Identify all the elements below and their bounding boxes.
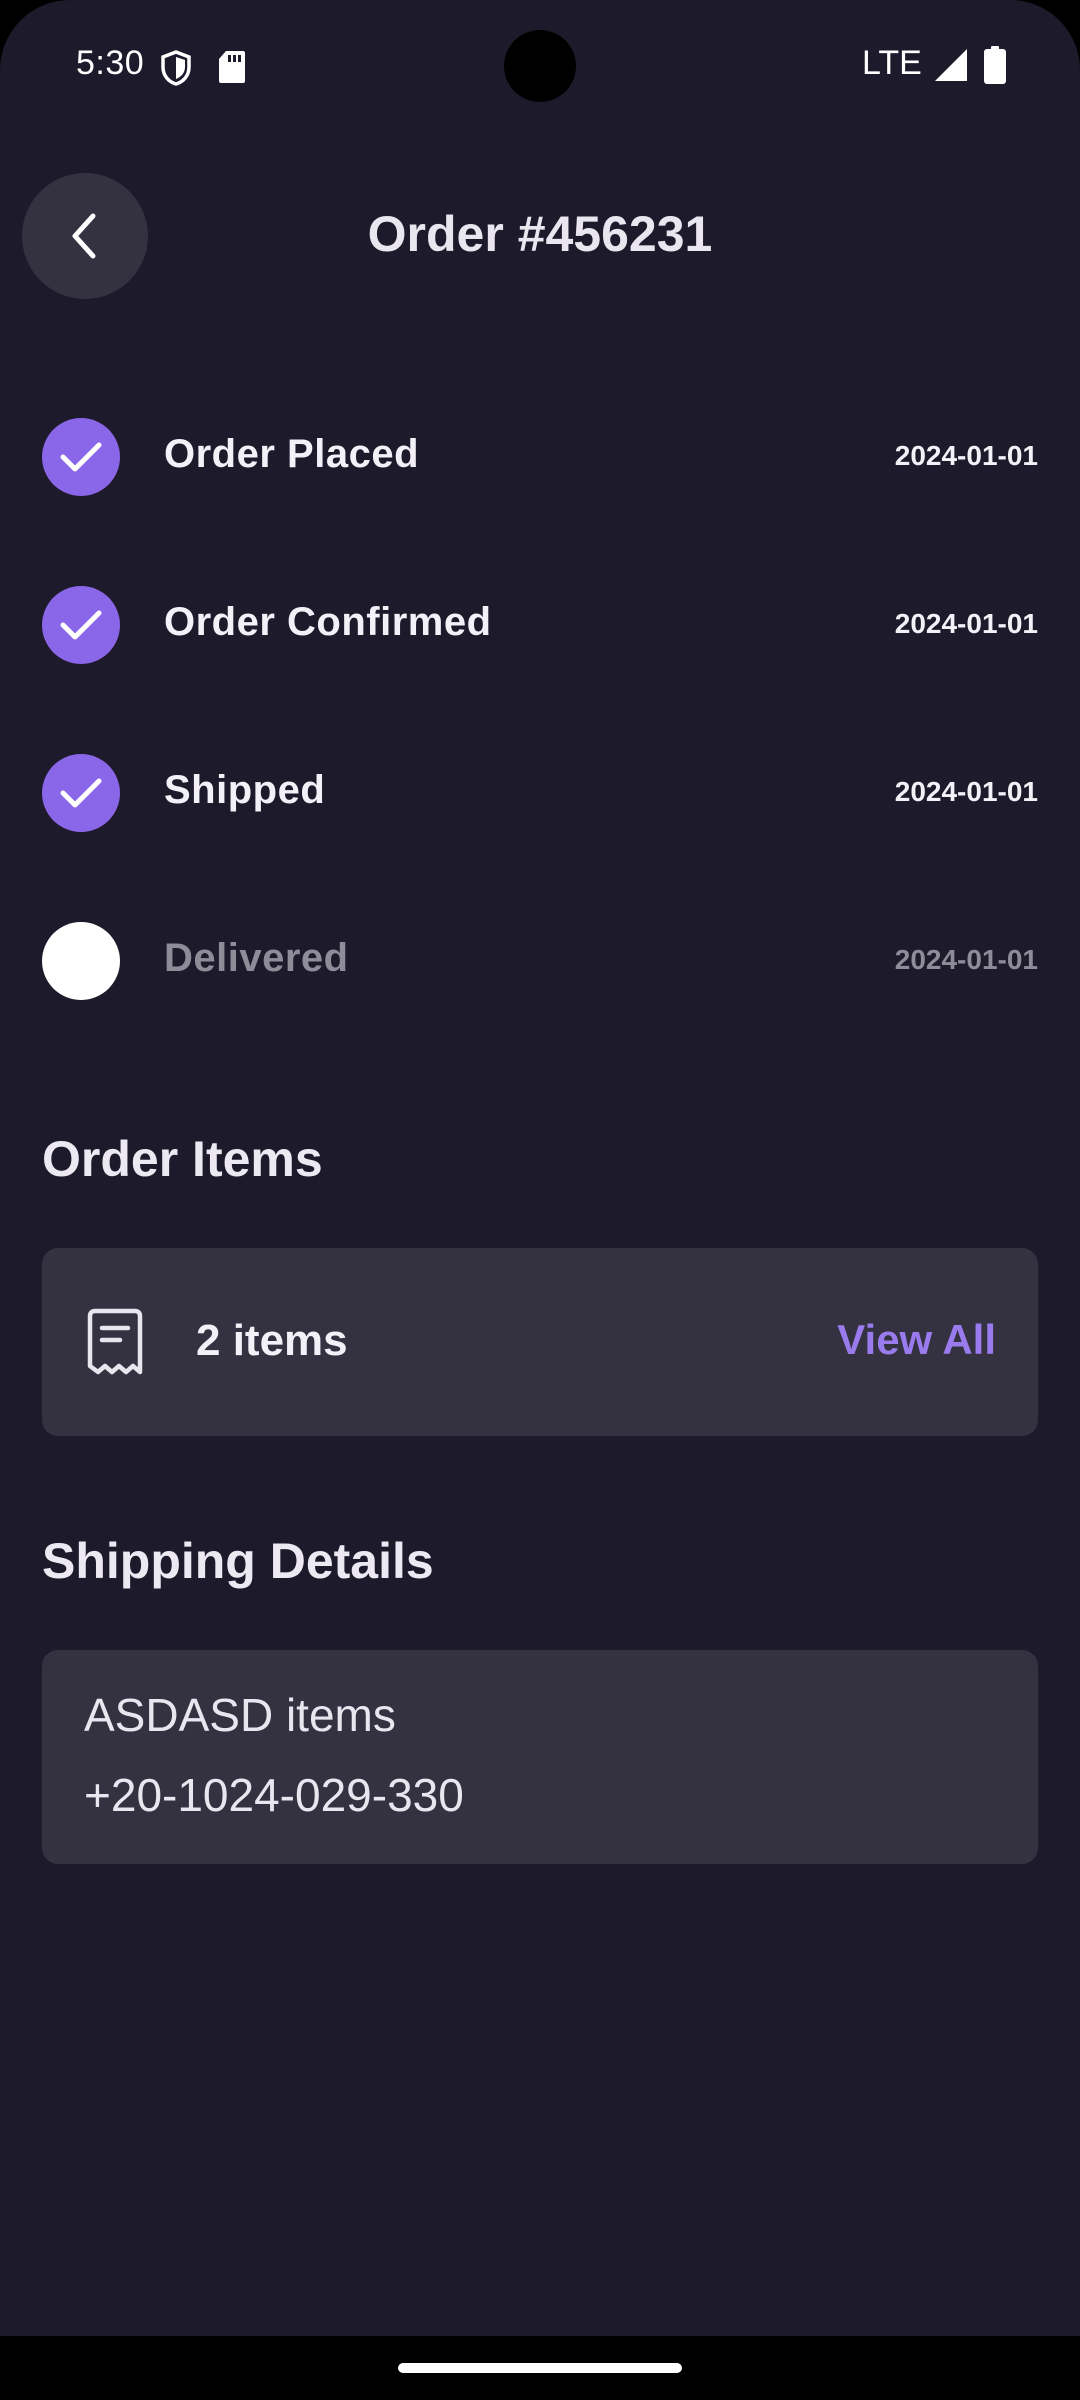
- timeline-step-order-confirmed: Order Confirmed 2024-01-01: [42, 586, 1038, 754]
- step-date: 2024-01-01: [894, 608, 1038, 639]
- items-count: 2 items: [196, 1316, 348, 1365]
- network-type: LTE: [862, 44, 922, 82]
- sd-card-icon: [219, 51, 245, 83]
- view-all-button[interactable]: View All: [837, 1316, 996, 1364]
- step-label: Delivered: [164, 936, 349, 980]
- timeline-step-order-placed: Order Placed 2024-01-01: [42, 418, 1038, 586]
- front-camera: [504, 30, 576, 102]
- pending-circle-icon: [42, 922, 120, 1000]
- status-time: 5:30: [76, 44, 145, 82]
- step-label: Shipped: [164, 768, 326, 812]
- status-bar: 5:30 LTE: [0, 0, 1080, 130]
- battery-icon: [984, 46, 1006, 84]
- page-title: Order #456231: [367, 206, 713, 262]
- shipping-name: ASDASD items: [84, 1689, 396, 1741]
- shield-icon: [161, 50, 191, 86]
- shipping-details-card: ASDASD items +20-1024-029-330: [42, 1650, 1038, 1864]
- step-date: 2024-01-01: [894, 440, 1038, 471]
- timeline-step-delivered: Delivered 2024-01-01: [42, 922, 1038, 1090]
- order-items-heading: Order Items: [42, 1131, 323, 1187]
- check-icon: [42, 586, 120, 664]
- step-label: Order Placed: [164, 432, 420, 476]
- order-details-screen: 5:30 LTE Order #456231 Order Placed 2024…: [0, 0, 1080, 2336]
- home-indicator[interactable]: [398, 2363, 682, 2373]
- step-date: 2024-01-01: [894, 944, 1038, 975]
- receipt-icon: [87, 1308, 143, 1375]
- timeline-step-shipped: Shipped 2024-01-01: [42, 754, 1038, 922]
- shipping-details-heading: Shipping Details: [42, 1533, 434, 1589]
- shipping-phone: +20-1024-029-330: [84, 1769, 464, 1821]
- check-icon: [42, 754, 120, 832]
- step-label: Order Confirmed: [164, 600, 492, 644]
- step-date: 2024-01-01: [894, 776, 1038, 807]
- signal-icon: [935, 49, 967, 81]
- check-icon: [42, 418, 120, 496]
- order-items-card[interactable]: 2 items View All: [42, 1248, 1038, 1436]
- order-status-timeline: Order Placed 2024-01-01 Order Confirmed …: [42, 418, 1038, 1090]
